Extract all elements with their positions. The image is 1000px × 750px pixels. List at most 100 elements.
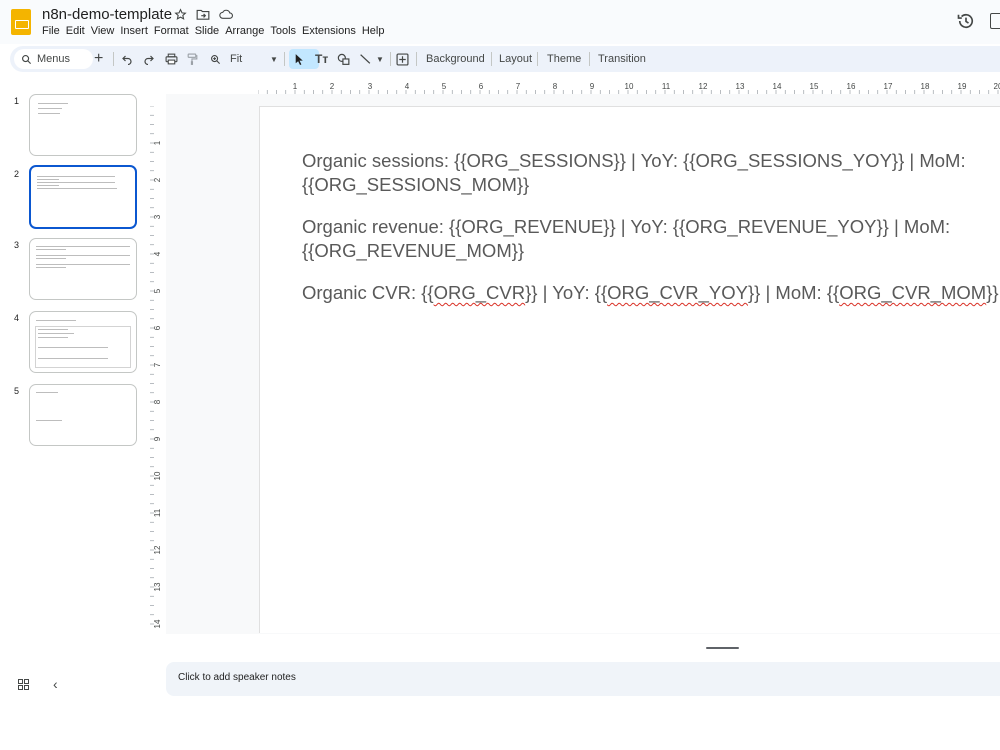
- text-box-organic-cvr[interactable]: Organic CVR: {{ORG_CVR}} | YoY: {{ORG_CV…: [302, 281, 1000, 305]
- line-icon[interactable]: [359, 46, 372, 72]
- title-actions: [173, 7, 233, 21]
- menu-extensions[interactable]: Extensions: [302, 25, 361, 37]
- speaker-notes[interactable]: Click to add speaker notes: [166, 662, 1000, 696]
- ruler-number: 12: [153, 545, 162, 554]
- collapse-filmstrip-icon[interactable]: ‹: [53, 676, 58, 692]
- ruler-number: 14: [773, 82, 782, 91]
- thumb-text-line: [36, 320, 76, 321]
- zoom-dropdown-icon[interactable]: ▼: [270, 46, 278, 72]
- slide-number: 4: [14, 313, 20, 323]
- ruler-number: 11: [153, 508, 162, 517]
- menu-view[interactable]: View: [91, 25, 120, 37]
- new-slide-plus-icon[interactable]: +: [94, 46, 103, 72]
- slide-thumbnail-1[interactable]: [29, 94, 137, 156]
- toolbar-divider: [491, 52, 492, 66]
- ruler-number: 12: [699, 82, 708, 91]
- ruler-number: 1: [293, 82, 298, 91]
- ruler-number: 7: [516, 82, 521, 91]
- search-icon: [22, 54, 32, 64]
- cvr-mom-label: }} | MoM: {{: [747, 282, 840, 303]
- current-slide[interactable]: Organic sessions: {{ORG_SESSIONS}} | YoY…: [259, 106, 1000, 633]
- comments-icon[interactable]: [990, 13, 1000, 29]
- slides-logo-icon[interactable]: [11, 9, 31, 35]
- slide-thumbnail-2[interactable]: [29, 165, 137, 229]
- star-icon[interactable]: [173, 7, 187, 21]
- undo-icon[interactable]: [121, 46, 133, 72]
- cvr-yoy-placeholder: ORG_CVR_YOY: [607, 282, 748, 303]
- thumb-text-line: [37, 182, 115, 183]
- menu-arrange[interactable]: Arrange: [225, 25, 269, 37]
- thumb-text-line: [37, 185, 59, 186]
- background-button[interactable]: Background: [426, 46, 485, 72]
- theme-button[interactable]: Theme: [547, 46, 581, 72]
- cvr-mom-placeholder: ORG_CVR_MOM: [839, 282, 987, 303]
- insert-comment-icon[interactable]: [396, 46, 409, 72]
- text-box-organic-revenue[interactable]: Organic revenue: {{ORG_REVENUE}} | YoY: …: [302, 215, 1000, 263]
- paint-format-icon[interactable]: [187, 46, 198, 72]
- ruler-number: 13: [736, 82, 745, 91]
- slide-text-line: {{ORG_REVENUE_MOM}}: [302, 240, 525, 261]
- search-menus-input[interactable]: Menus: [14, 49, 93, 69]
- menu-edit[interactable]: Edit: [66, 25, 90, 37]
- shape-icon[interactable]: [337, 46, 351, 72]
- ruler-number: 6: [153, 325, 162, 330]
- cvr-yoy-label: }} | YoY: {{: [525, 282, 608, 303]
- print-icon[interactable]: [165, 46, 178, 72]
- slide-number: 1: [14, 96, 20, 106]
- ruler-number: 5: [153, 288, 162, 293]
- ruler-number: 19: [958, 82, 967, 91]
- ruler-number: 8: [153, 399, 162, 404]
- move-folder-icon[interactable]: [196, 7, 210, 21]
- menu-tools[interactable]: Tools: [270, 25, 301, 37]
- text-box-organic-sessions[interactable]: Organic sessions: {{ORG_SESSIONS}} | YoY…: [302, 149, 1000, 197]
- cvr-prefix: Organic CVR: {{: [302, 282, 434, 303]
- thumb-text-line: [37, 179, 59, 180]
- thumb-text-line: [36, 420, 62, 421]
- line-dropdown-icon[interactable]: ▼: [376, 46, 384, 72]
- ruler-number: 3: [153, 214, 162, 219]
- ruler-number: 2: [330, 82, 335, 91]
- thumb-text-line: [38, 108, 62, 109]
- transition-button[interactable]: Transition: [598, 46, 646, 72]
- ruler-number: 13: [153, 582, 162, 591]
- slide-thumbnail-5[interactable]: [29, 384, 137, 446]
- layout-button[interactable]: Layout: [499, 46, 532, 72]
- redo-icon[interactable]: [143, 46, 155, 72]
- grid-view-icon[interactable]: [18, 677, 29, 695]
- menu-format[interactable]: Format: [154, 25, 194, 37]
- slide-text-line: {{ORG_SESSIONS_MOM}}: [302, 174, 530, 195]
- slide-thumbnail-3[interactable]: [29, 238, 137, 300]
- slide-thumbnail-4[interactable]: [29, 311, 137, 373]
- menu-slide[interactable]: Slide: [195, 25, 224, 37]
- menu-help[interactable]: Help: [362, 25, 390, 37]
- app-header: n8n-demo-template File Edit View Insert …: [0, 0, 1000, 44]
- ruler-number: 11: [662, 82, 671, 91]
- toolbar-divider: [113, 52, 114, 66]
- ruler-number: 2: [153, 177, 162, 182]
- cvr-suffix: }}: [986, 282, 999, 303]
- ruler-number: 4: [405, 82, 410, 91]
- menu-file[interactable]: File: [42, 25, 65, 37]
- thumb-text-line: [37, 176, 115, 177]
- ruler-number: 16: [847, 82, 856, 91]
- toolbar-divider: [390, 52, 391, 66]
- zoom-icon[interactable]: [210, 46, 221, 72]
- zoom-select[interactable]: Fit: [230, 46, 242, 72]
- text-box-icon[interactable]: Tт: [315, 46, 328, 72]
- document-title[interactable]: n8n-demo-template: [42, 6, 172, 23]
- vertical-ruler[interactable]: 1 2 3 4 5 6 7 8 9 10 11 12 13 14: [150, 106, 164, 632]
- version-history-icon[interactable]: [956, 11, 976, 31]
- notes-resize-handle[interactable]: [706, 647, 739, 649]
- thumb-text-line: [38, 347, 108, 348]
- cursor-icon[interactable]: [294, 46, 305, 72]
- cloud-status-icon[interactable]: [219, 7, 233, 21]
- ruler-number: 6: [479, 82, 484, 91]
- menu-insert[interactable]: Insert: [120, 25, 153, 37]
- thumb-text-line: [36, 249, 66, 250]
- ruler-number: 9: [590, 82, 595, 91]
- thumb-text-line: [36, 258, 66, 259]
- search-menus-label: Menus: [37, 53, 71, 65]
- horizontal-ruler[interactable]: 1 2 3 4 5 6 7 8 9 10 11 12 13 14 15 16 1…: [258, 80, 1000, 94]
- ruler-number: 7: [153, 362, 162, 367]
- slide-number: 3: [14, 240, 20, 250]
